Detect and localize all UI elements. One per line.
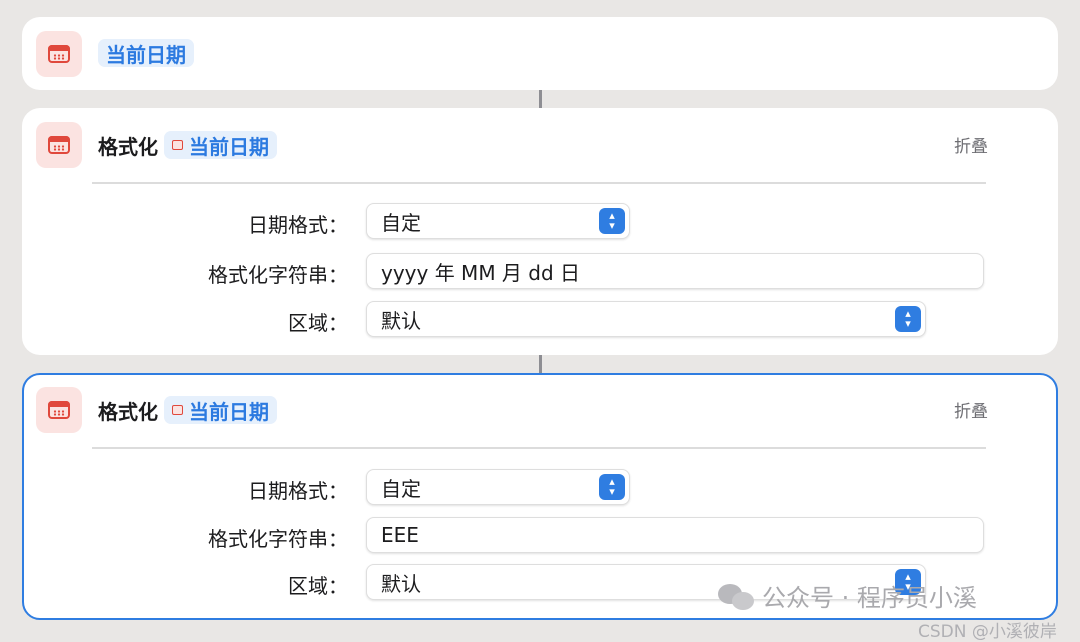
date-format-select[interactable]: 自定 ▴ ▾ [366,203,630,239]
divider [92,182,986,184]
csdn-watermark: CSDN @小溪彼岸 [918,622,1057,642]
divider [92,447,986,449]
calendar-icon [36,387,82,433]
date-format-select[interactable]: 自定 ▴ ▾ [366,469,630,505]
flow-connector [539,355,542,373]
format-string-input[interactable]: yyyy 年 MM 月 dd 日 [366,253,984,289]
format-string-input[interactable]: EEE [366,517,984,553]
flow-connector [539,90,542,108]
locale-label: 区域： [288,311,348,335]
date-format-label: 日期格式： [248,213,348,237]
collapse-button[interactable]: 折叠 [954,397,988,422]
chevron-up-down-icon: ▴ ▾ [895,306,921,332]
current-date-action[interactable]: 当前日期 [22,17,1058,90]
calendar-icon [172,405,183,415]
date-format-label: 日期格式： [248,479,348,503]
action-title: 格式化 [98,134,158,159]
format-string-label: 格式化字符串： [208,527,348,551]
locale-select[interactable]: 默认 ▴ ▾ [366,301,926,337]
locale-label: 区域： [288,574,348,598]
chevron-up-down-icon: ▴ ▾ [599,474,625,500]
collapse-button[interactable]: 折叠 [954,132,988,157]
wechat-icon [718,582,754,610]
calendar-icon [36,31,82,77]
calendar-icon [36,122,82,168]
format-date-action[interactable]: 格式化 当前日期 折叠 日期格式： 自定 ▴ ▾ 格式化字符串： yyyy 年 M… [22,108,1058,355]
current-date-token[interactable]: 当前日期 [98,39,194,67]
chevron-up-down-icon: ▴ ▾ [599,208,625,234]
calendar-icon [172,140,183,150]
current-date-variable-token[interactable]: 当前日期 [164,396,277,424]
wechat-watermark: 公众号 · 程序员小溪 [718,578,977,613]
format-string-label: 格式化字符串： [208,263,348,287]
current-date-variable-token[interactable]: 当前日期 [164,131,277,159]
action-title: 格式化 [98,399,158,424]
